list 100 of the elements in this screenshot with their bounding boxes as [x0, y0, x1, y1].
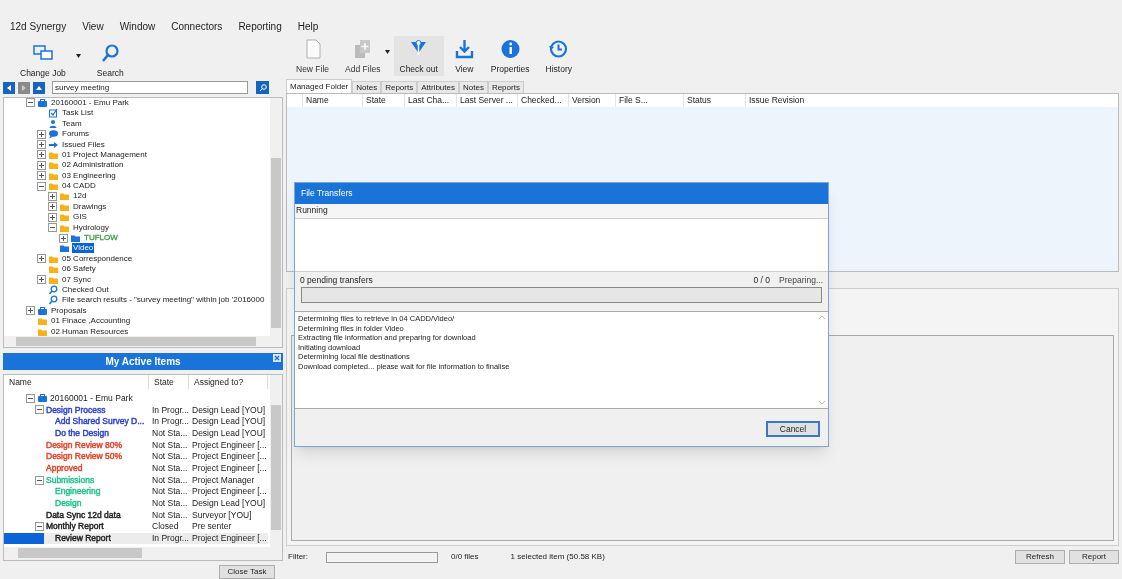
menu-item[interactable]: Help	[297, 18, 319, 34]
tree-item[interactable]: 02 Human Resources	[50, 326, 130, 337]
collapse-icon[interactable]	[35, 522, 44, 532]
tree-item[interactable]: 04 CADD	[61, 181, 97, 192]
tree-item[interactable]: Hydrology	[72, 222, 110, 233]
tab[interactable]: Reports	[487, 81, 524, 93]
toolbar-button[interactable]: Search	[90, 40, 130, 80]
tree-item[interactable]: 01 Finace ,Accounting	[50, 316, 132, 327]
tree-item[interactable]: File search results - "survey meeting" within job '2016000	[61, 295, 266, 306]
table-row[interactable]: Add Shared Survey D... In Progr... Design Lead [YOU]	[4, 415, 268, 428]
toolbar-button[interactable]: Check out	[393, 36, 444, 76]
collapse-icon[interactable]	[37, 181, 46, 191]
column-header[interactable]: State	[362, 94, 404, 107]
column-header[interactable]: Last Cha...	[404, 94, 456, 107]
toolbar-button[interactable]: History	[539, 36, 578, 76]
table-row[interactable]: Design Review 50% Not Sta... Project Engineer [...	[4, 450, 268, 463]
expand-icon[interactable]	[48, 202, 57, 212]
menu-item[interactable]: Reporting	[238, 18, 282, 34]
tree-item[interactable]: Issued Files	[61, 139, 106, 150]
tree-item[interactable]: Drawings	[72, 201, 108, 212]
tree-item[interactable]: Checked Out	[61, 285, 110, 295]
toolbar-button[interactable]: Change Job	[14, 40, 72, 80]
menu-item[interactable]: 12d Synergy	[10, 18, 67, 34]
expand-icon[interactable]	[48, 212, 57, 222]
column-header[interactable]: Issue Revision	[745, 94, 835, 107]
table-row[interactable]: 20160001 - Emu Park	[4, 392, 268, 405]
expand-icon[interactable]	[37, 254, 46, 264]
tree-item[interactable]: Team	[61, 118, 83, 129]
tree-item[interactable]: 03 Engineering	[61, 170, 117, 181]
column-header[interactable]: Assigned to?	[189, 375, 268, 390]
tree-item[interactable]: 01 Project Management	[61, 149, 148, 160]
search-button[interactable]	[256, 81, 269, 95]
expand-icon[interactable]	[37, 150, 46, 160]
back-button[interactable]	[3, 81, 15, 94]
collapse-icon[interactable]	[26, 393, 35, 403]
table-row[interactable]: Submissions Not Sta... Project Manager	[4, 474, 268, 486]
close-icon[interactable]	[273, 353, 281, 362]
collapse-icon[interactable]	[26, 98, 35, 108]
expand-icon[interactable]	[48, 192, 57, 201]
up-button[interactable]	[33, 81, 45, 94]
tab[interactable]: Managed Folder	[286, 79, 353, 93]
tree-item[interactable]: 12d	[72, 191, 88, 202]
filter-field[interactable]	[326, 551, 438, 563]
expand-icon[interactable]	[37, 140, 46, 150]
menu-item[interactable]: Connectors	[171, 18, 223, 34]
column-header[interactable]: File S...	[615, 94, 683, 107]
horizontal-scrollbar[interactable]	[4, 547, 282, 560]
vertical-scrollbar[interactable]	[270, 97, 282, 339]
tree-item[interactable]: TUFLOW	[83, 233, 119, 244]
menu-item[interactable]: View	[82, 18, 104, 34]
column-header[interactable]: State	[149, 375, 189, 390]
tree-item[interactable]: Forums	[61, 129, 91, 140]
tree-item[interactable]: GIS	[72, 212, 88, 223]
tab[interactable]: Reports	[381, 81, 418, 93]
toolbar-button[interactable]: Properties	[484, 36, 536, 76]
menu-item[interactable]: Window	[119, 18, 156, 34]
tab[interactable]: Notes	[459, 81, 488, 93]
expand-icon[interactable]	[59, 233, 68, 243]
column-header[interactable]: Name	[4, 375, 149, 390]
tab[interactable]: Attributes	[417, 81, 459, 93]
tree-item[interactable]: 06 Safety	[61, 264, 97, 275]
expand-icon[interactable]	[37, 160, 46, 170]
search-field[interactable]: survey meeting	[52, 81, 248, 95]
column-header[interactable]: Last Server ...	[456, 94, 517, 107]
table-row[interactable]: Do the Design Not Sta... Design Lead [YOU]	[4, 427, 268, 440]
status-button[interactable]: Report	[1069, 550, 1119, 564]
tree-item[interactable]: 20160001 - Emu Park	[50, 97, 130, 108]
status-button[interactable]: Refresh	[1015, 550, 1065, 564]
collapse-icon[interactable]	[48, 223, 57, 233]
collapse-icon[interactable]	[35, 405, 44, 415]
forward-button[interactable]	[18, 81, 30, 94]
close-task-button[interactable]: Close Task	[219, 565, 275, 579]
expand-icon[interactable]	[37, 129, 46, 139]
table-row[interactable]: Data Sync 12d data Not Sta... Surveyor [YOU]	[4, 509, 268, 521]
tree-item[interactable]: Proposals	[50, 305, 88, 316]
horizontal-scrollbar[interactable]	[4, 335, 282, 347]
expand-icon[interactable]	[26, 306, 35, 316]
tree-item[interactable]: Task List	[61, 108, 95, 119]
column-header[interactable]: Checked...	[517, 94, 568, 107]
table-row[interactable]: Review Report In Progr... Project Engineer [...	[4, 532, 268, 545]
table-row[interactable]: Approved Not Sta... Project Engineer [...	[4, 462, 268, 475]
table-row[interactable]: Monthly Report Closed Pre senter	[4, 520, 268, 533]
expand-icon[interactable]	[37, 171, 46, 181]
expand-icon[interactable]	[37, 275, 46, 285]
table-row[interactable]: Design Process In Progr... Design Lead [YOU]	[4, 404, 268, 416]
tree-item[interactable]: 02 Administration	[61, 160, 125, 171]
toolbar-button[interactable]: View	[447, 36, 481, 76]
tree-item[interactable]: Video	[72, 243, 95, 254]
vertical-scrollbar[interactable]	[818, 314, 826, 406]
collapse-icon[interactable]	[35, 475, 44, 485]
table-row[interactable]: Engineering Not Sta... Project Engineer [...	[4, 485, 268, 498]
tab[interactable]: Notes	[352, 81, 382, 93]
table-row[interactable]: Design Not Sta... Design Lead [YOU]	[4, 497, 268, 510]
column-header[interactable]: Status	[683, 94, 745, 107]
column-header[interactable]: Version	[568, 94, 615, 107]
tree-item[interactable]: 07 Sync	[61, 274, 92, 285]
column-header[interactable]: Name	[302, 94, 362, 107]
tree-item[interactable]: 05 Correspondence	[61, 253, 134, 264]
table-row[interactable]: Design Review 80% Not Sta... Project Engineer [...	[4, 439, 268, 451]
cancel-button[interactable]: Cancel	[766, 421, 820, 437]
